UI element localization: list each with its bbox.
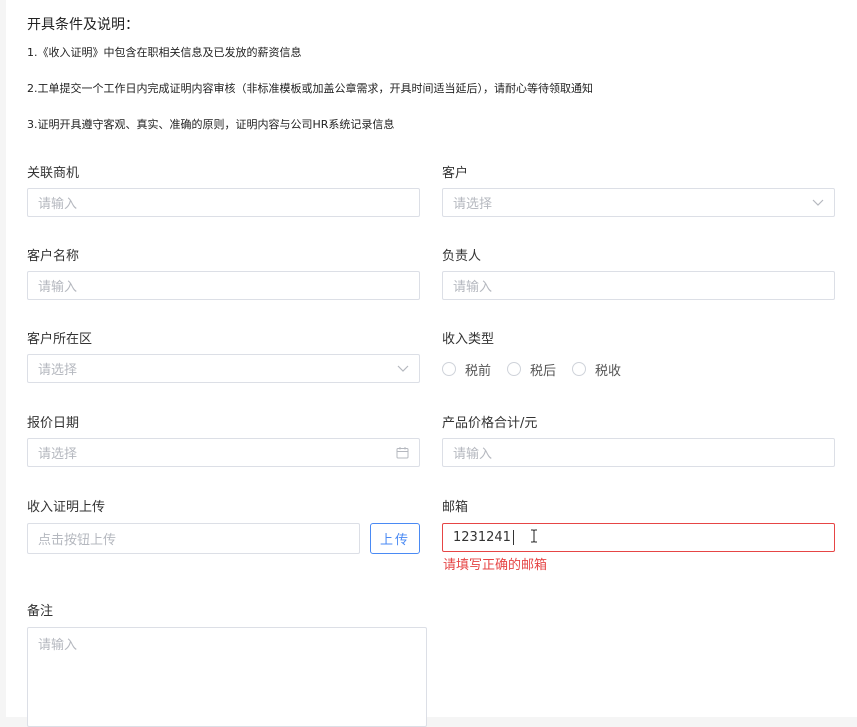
product-total-label: 产品价格合计/元 xyxy=(442,416,538,431)
email-label: 邮箱 xyxy=(442,500,469,515)
income-type-tax-label: 税收 xyxy=(595,363,622,379)
notice-item-1: 1.《收入证明》中包含在职相关信息及已发放的薪资信息 xyxy=(27,46,302,59)
customer-region-label: 客户所在区 xyxy=(27,332,93,347)
customer-region-select[interactable]: 请选择 xyxy=(27,354,420,383)
remark-label: 备注 xyxy=(27,604,54,619)
text-caret xyxy=(512,530,514,545)
related-opportunity-input[interactable]: 请输入 xyxy=(27,188,420,217)
customer-name-input[interactable]: 请输入 xyxy=(27,271,420,300)
quote-date-placeholder: 请选择 xyxy=(38,447,78,462)
income-proof-upload-placeholder: 点击按钮上传 xyxy=(38,533,117,548)
product-total-placeholder: 请输入 xyxy=(453,447,493,462)
chevron-down-icon xyxy=(397,365,409,373)
email-error-message: 请填写正确的邮箱 xyxy=(443,558,548,573)
customer-placeholder: 请选择 xyxy=(453,197,493,212)
ibeam-cursor-icon xyxy=(530,529,538,547)
owner-placeholder: 请输入 xyxy=(453,280,493,295)
income-type-pretax-label: 税前 xyxy=(465,363,492,379)
income-type-aftertax-radio[interactable]: 税后 xyxy=(507,360,556,379)
customer-name-label: 客户名称 xyxy=(27,249,80,264)
customer-select[interactable]: 请选择 xyxy=(442,188,835,217)
notice-title: 开具条件及说明： xyxy=(27,17,139,33)
owner-input[interactable]: 请输入 xyxy=(442,271,835,300)
owner-label: 负责人 xyxy=(442,249,482,264)
notice-item-2: 2.工单提交一个工作日内完成证明内容审核（非标准模板或加盖公章需求，开具时间适当… xyxy=(27,82,593,95)
income-type-label: 收入类型 xyxy=(442,332,495,347)
income-type-pretax-radio[interactable]: 税前 xyxy=(442,360,491,379)
income-type-radio-group: 税前 税后 税收 xyxy=(442,360,637,379)
radio-circle-icon xyxy=(442,362,456,376)
income-type-tax-radio[interactable]: 税收 xyxy=(572,360,621,379)
income-type-aftertax-label: 税后 xyxy=(530,363,557,379)
calendar-icon xyxy=(396,446,409,459)
remark-placeholder: 请输入 xyxy=(38,638,78,653)
customer-region-placeholder: 请选择 xyxy=(38,363,78,378)
upload-button[interactable]: 上传 xyxy=(370,523,420,554)
product-total-input[interactable]: 请输入 xyxy=(442,438,835,467)
customer-label: 客户 xyxy=(442,166,469,181)
quote-date-picker[interactable]: 请选择 xyxy=(27,438,420,467)
related-opportunity-label: 关联商机 xyxy=(27,166,80,181)
notice-item-3: 3.证明开具遵守客观、真实、准确的原则，证明内容与公司HR系统记录信息 xyxy=(27,118,395,131)
email-value: 1231241 xyxy=(453,530,511,545)
remark-textarea[interactable]: 请输入 xyxy=(27,627,427,727)
income-proof-upload-label: 收入证明上传 xyxy=(27,500,106,515)
radio-circle-icon xyxy=(507,362,522,376)
customer-name-placeholder: 请输入 xyxy=(38,280,78,295)
related-opportunity-placeholder: 请输入 xyxy=(38,197,78,212)
email-input[interactable]: 1231241 xyxy=(442,523,835,552)
income-proof-upload-input[interactable]: 点击按钮上传 xyxy=(27,523,360,554)
chevron-down-icon xyxy=(812,199,824,207)
quote-date-label: 报价日期 xyxy=(27,416,80,431)
radio-circle-icon xyxy=(572,362,587,376)
